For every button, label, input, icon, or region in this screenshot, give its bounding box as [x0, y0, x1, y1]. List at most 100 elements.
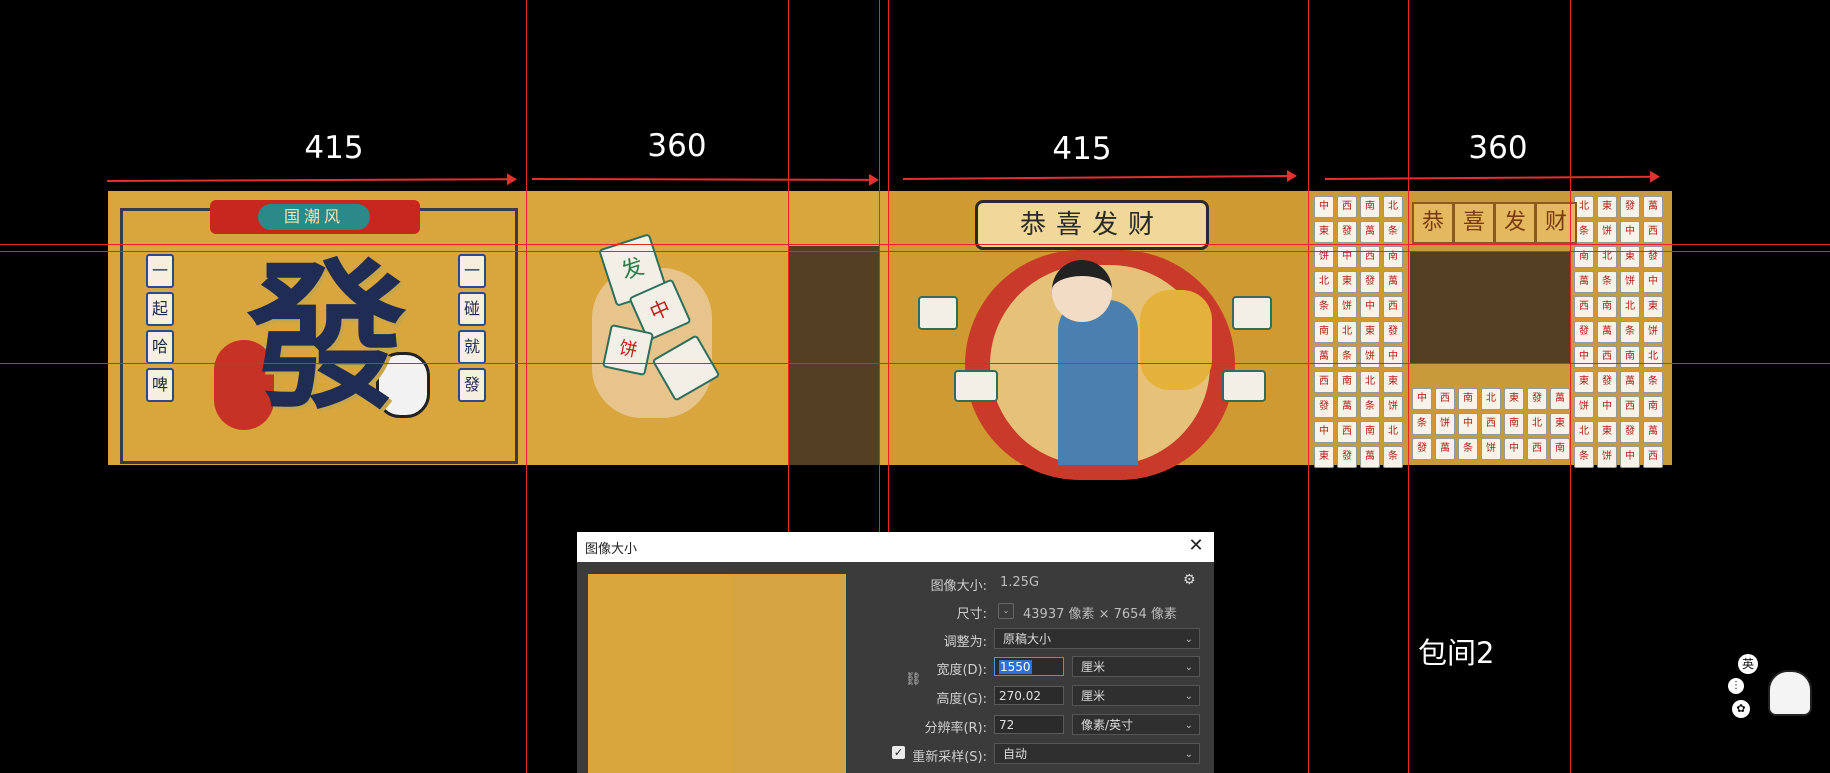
- tile: 萬: [1550, 388, 1570, 410]
- image-size-label: 图像大小:: [930, 579, 987, 594]
- dialog-titlebar[interactable]: 图像大小 ✕: [577, 532, 1214, 562]
- tile: 東: [1574, 371, 1594, 393]
- chevron-down-icon: ⌄: [1184, 634, 1193, 645]
- guide-vertical-5[interactable]: [1308, 0, 1309, 773]
- tile: 饼: [1597, 446, 1617, 468]
- tile: 萬: [1597, 321, 1617, 343]
- panel3-mahjong-tile-3: [1232, 296, 1272, 330]
- dimension-label-4: 360: [1468, 130, 1528, 166]
- tile: 北: [1481, 388, 1501, 410]
- close-icon[interactable]: ✕: [1184, 534, 1208, 558]
- tile: 西: [1574, 296, 1594, 318]
- tile: 北: [1383, 421, 1403, 443]
- panel4-title-char-1: 恭: [1412, 202, 1454, 244]
- tile: 饼: [1337, 296, 1357, 318]
- ime-settings-icon[interactable]: ⋮: [1728, 678, 1744, 694]
- tile: 条: [1412, 413, 1432, 435]
- tile: 發: [1574, 321, 1594, 343]
- guide-horizontal-1[interactable]: [0, 244, 1830, 245]
- guide-vertical-6[interactable]: [1408, 0, 1409, 773]
- resolution-input[interactable]: 72: [994, 715, 1064, 734]
- image-size-dialog: 图像大小 ✕ 图像大小: 1.25G ⚙ 尺寸: ⌄ 43937 像素 × 76…: [577, 532, 1214, 773]
- tile: 萬: [1360, 221, 1380, 243]
- tile: 饼: [1643, 321, 1663, 343]
- ime-mascot-icon[interactable]: [1768, 670, 1812, 716]
- tile: 發: [1412, 438, 1432, 460]
- dimensions-label: 尺寸:: [956, 607, 987, 622]
- tile: 南: [1597, 296, 1617, 318]
- ime-emoji-icon[interactable]: ✿: [1732, 700, 1750, 718]
- tile: 東: [1314, 446, 1334, 468]
- tile: 条: [1383, 446, 1403, 468]
- dimension-arrow-2: [531, 178, 878, 181]
- resample-label: 重新采样(S):: [912, 750, 987, 765]
- resample-select[interactable]: 自动 ⌄: [994, 743, 1200, 764]
- tile: 北: [1383, 196, 1403, 218]
- chevron-down-icon: ⌄: [1184, 749, 1193, 760]
- image-preview[interactable]: [588, 574, 846, 773]
- tile: 中: [1412, 388, 1432, 410]
- tile: 条: [1597, 271, 1617, 293]
- room-label: 包间2: [1418, 636, 1495, 670]
- tile: 南: [1383, 246, 1403, 268]
- panel3-title-banner: 恭喜发财: [975, 200, 1209, 250]
- tile: 中: [1337, 246, 1357, 268]
- tile: 東: [1597, 421, 1617, 443]
- fit-to-select[interactable]: 原稿大小 ⌄: [994, 628, 1200, 649]
- tile: 發: [1597, 371, 1617, 393]
- tile: 饼: [1360, 346, 1380, 368]
- panel4-tile-grid-right: 北東發萬 条饼中西 南北東發 萬条饼中 西南北東 發萬条饼 中西南北 東發萬条 …: [1574, 196, 1663, 468]
- tile: 条: [1337, 346, 1357, 368]
- tile: 發: [1360, 271, 1380, 293]
- tile: 萬: [1435, 438, 1455, 460]
- guide-horizontal-3[interactable]: [0, 363, 1830, 364]
- tile: 東: [1360, 321, 1380, 343]
- dimension-arrow-3: [902, 174, 1295, 180]
- tile: 条: [1620, 321, 1640, 343]
- tile: 西: [1643, 221, 1663, 243]
- tile: 萬: [1383, 271, 1403, 293]
- tile: 西: [1337, 196, 1357, 218]
- tile: 西: [1435, 388, 1455, 410]
- tile: 西: [1643, 446, 1663, 468]
- tile: 条: [1360, 396, 1380, 418]
- height-unit-select[interactable]: 厘米 ⌄: [1072, 685, 1200, 706]
- height-label: 高度(G):: [936, 692, 987, 707]
- tile: 發: [1527, 388, 1547, 410]
- panel1-right-tile-2: 碰: [458, 292, 486, 326]
- ime-widget[interactable]: 英 ⋮ ✿: [1724, 652, 1816, 722]
- tile: 南: [1458, 388, 1478, 410]
- tile: 東: [1314, 221, 1334, 243]
- tile: 饼: [1597, 221, 1617, 243]
- tile: 萬: [1337, 396, 1357, 418]
- tile: 萬: [1314, 346, 1334, 368]
- resolution-unit-select[interactable]: 像素/英寸 ⌄: [1072, 714, 1200, 735]
- guide-vertical-7[interactable]: [1570, 0, 1571, 773]
- tile: 東: [1383, 371, 1403, 393]
- tile: 萬: [1643, 421, 1663, 443]
- panel3-dragon-illustration: [1140, 290, 1212, 390]
- panel1-left-tile-2: 起: [146, 292, 174, 326]
- guide-vertical-1[interactable]: [526, 0, 527, 773]
- width-unit-select[interactable]: 厘米 ⌄: [1072, 656, 1200, 677]
- panel3-girl-head: [1052, 260, 1112, 322]
- tile: 發: [1383, 321, 1403, 343]
- tile: 南: [1574, 246, 1594, 268]
- dimension-arrow-1: [106, 178, 516, 182]
- panel2-dark-block: [788, 246, 880, 465]
- width-unit-value: 厘米: [1081, 660, 1106, 674]
- gear-icon[interactable]: ⚙: [1183, 572, 1196, 588]
- guide-horizontal-2[interactable]: [0, 251, 1830, 252]
- ime-mode-badge[interactable]: 英: [1738, 654, 1758, 674]
- tile: 饼: [1574, 396, 1594, 418]
- width-input[interactable]: 1550: [994, 657, 1064, 676]
- panel3-girl-figure: [1058, 300, 1138, 465]
- fit-to-value: 原稿大小: [1003, 632, 1052, 646]
- dimensions-unit-dropdown[interactable]: ⌄: [998, 603, 1014, 619]
- panel4-tile-grid-bottom: 中西南北東發萬 条饼中西南北東 發萬条饼中西南: [1412, 388, 1570, 460]
- tile: 饼: [1314, 246, 1334, 268]
- panel2-tile-3-glyph: 饼: [617, 337, 640, 362]
- tile: 条: [1314, 296, 1334, 318]
- resolution-label: 分辨率(R):: [924, 721, 987, 736]
- height-input[interactable]: 270.02: [994, 686, 1064, 705]
